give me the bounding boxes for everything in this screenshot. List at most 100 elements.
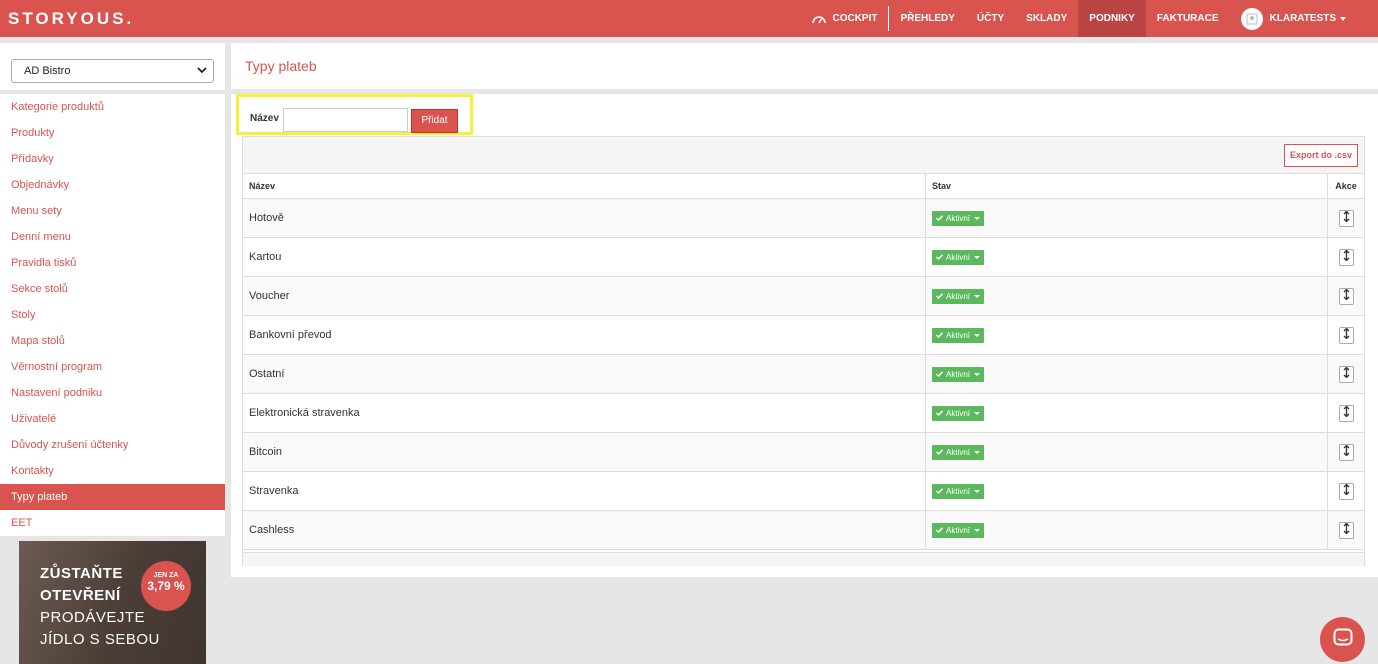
status-label: Aktivní <box>946 330 971 340</box>
table-body: Hotově Aktivní Kartou Aktivní Voucher Aktivní… <box>243 199 1364 550</box>
status-label: Aktivní <box>946 525 971 535</box>
page-header-panel: Typy plateb <box>231 43 1378 89</box>
drag-sort-handle[interactable] <box>1338 326 1354 344</box>
sidebar-item-kategorie-produktu[interactable]: Kategorie produktů <box>0 94 225 120</box>
status-dropdown-button[interactable]: Aktivní <box>932 522 985 538</box>
status-dropdown-button[interactable]: Aktivní <box>932 327 985 343</box>
drag-sort-handle[interactable] <box>1338 365 1354 383</box>
payment-type-name: Stravenka <box>243 472 926 510</box>
sidebar-item-uzivatele[interactable]: Uživatelé <box>0 406 225 432</box>
sidebar-item-objednavky[interactable]: Objednávky <box>0 172 225 198</box>
avatar <box>1240 7 1263 30</box>
page-title: Typy plateb <box>245 58 317 74</box>
chevron-down-icon <box>974 294 981 298</box>
nav-cockpit[interactable]: COCKPIT <box>801 0 888 37</box>
drag-sort-handle[interactable] <box>1338 404 1354 422</box>
table-toolbar: Export do .csv <box>243 137 1364 174</box>
column-header-actions: Akce <box>1335 181 1357 191</box>
drag-sort-handle[interactable] <box>1338 209 1354 227</box>
sidebar-item-nastaveni-podniku[interactable]: Nastavení podniku <box>0 380 225 406</box>
chevron-down-icon <box>974 333 981 337</box>
check-icon <box>935 370 944 379</box>
nav-sklady[interactable]: SKLADY <box>1015 0 1078 37</box>
table-row: Kartou Aktivní <box>243 238 1364 277</box>
status-dropdown-button[interactable]: Aktivní <box>932 444 985 460</box>
sidebar-item-pravidla-tisku[interactable]: Pravidla tisků <box>0 250 225 276</box>
drag-sort-handle[interactable] <box>1338 521 1354 539</box>
status-dropdown-button[interactable]: Aktivní <box>932 249 985 265</box>
name-input[interactable] <box>283 108 408 132</box>
drag-sort-handle[interactable] <box>1338 482 1354 500</box>
top-navbar: STORYOUS. COCKPIT PŘEHLEDY ÚČTY SKLADY P… <box>0 0 1378 37</box>
main-nav: COCKPIT PŘEHLEDY ÚČTY SKLADY PODNIKY FAK… <box>801 0 1378 37</box>
table-row: Bankovní převod Aktivní <box>243 316 1364 355</box>
sidebar-item-menu-sety[interactable]: Menu sety <box>0 198 225 224</box>
sidebar-item-pridavky[interactable]: Přídavky <box>0 146 225 172</box>
nav-ucty-label: ÚČTY <box>976 13 1005 24</box>
user-menu[interactable]: KLARATESTS <box>1230 0 1378 37</box>
venue-select[interactable]: AD Bistro <box>11 59 214 83</box>
storyous-logo[interactable]: STORYOUS. <box>8 9 134 29</box>
drag-sort-icon <box>1343 444 1350 459</box>
drag-sort-handle[interactable] <box>1338 248 1354 266</box>
status-cell: Aktivní <box>926 511 1328 549</box>
payment-types-table: Export do .csv Název Stav Akce Hotově Akt… <box>242 136 1365 566</box>
sidebar-item-mapa-stolu[interactable]: Mapa stolů <box>0 328 225 354</box>
actions-cell <box>1328 472 1364 510</box>
sidebar-item-eet[interactable]: EET <box>0 510 225 536</box>
status-cell: Aktivní <box>926 472 1328 510</box>
payment-type-name: Kartou <box>243 238 926 276</box>
status-dropdown-button[interactable]: Aktivní <box>932 210 985 226</box>
status-dropdown-button[interactable]: Aktivní <box>932 483 985 499</box>
sidebar-item-typy-plateb[interactable]: Typy plateb <box>0 484 225 510</box>
name-label: Název <box>250 113 279 124</box>
check-icon <box>935 448 944 457</box>
nav-podniky[interactable]: PODNIKY <box>1078 0 1146 37</box>
nav-podniky-label: PODNIKY <box>1089 13 1135 24</box>
promo-badge-big: 3,79 % <box>147 579 185 593</box>
sidebar-menu: Kategorie produktů Produkty Přídavky Obj… <box>0 94 225 536</box>
export-csv-button[interactable]: Export do .csv <box>1283 144 1358 167</box>
drag-sort-icon <box>1343 249 1350 264</box>
payment-type-name: Ostatní <box>243 355 926 393</box>
promo-badge-small: JEN ZA <box>153 572 179 579</box>
payment-type-name: Hotově <box>243 199 926 237</box>
column-header-status[interactable]: Stav <box>926 174 1328 198</box>
sidebar-item-vernostni-program[interactable]: Věrnostní program <box>0 354 225 380</box>
drag-sort-handle[interactable] <box>1338 287 1354 305</box>
actions-cell <box>1328 316 1364 354</box>
chevron-down-icon <box>197 65 207 78</box>
sidebar-item-denni-menu[interactable]: Denní menu <box>0 224 225 250</box>
column-header-name[interactable]: Název <box>243 174 926 198</box>
nav-ucty[interactable]: ÚČTY <box>966 0 1015 37</box>
drag-sort-icon <box>1343 483 1350 498</box>
promo-line-4: JÍDLO S SEBOU <box>40 631 160 648</box>
table-row: Ostatní Aktivní <box>243 355 1364 394</box>
table-footer <box>243 552 1364 566</box>
chevron-down-icon <box>974 216 981 220</box>
nav-prehledy[interactable]: PŘEHLEDY <box>889 0 965 37</box>
promo-banner[interactable]: ZŮSTAŇTE OTEVŘENÍ PRODÁVEJTE JÍDLO S SEB… <box>19 541 206 664</box>
status-dropdown-button[interactable]: Aktivní <box>932 288 985 304</box>
drag-sort-handle[interactable] <box>1338 443 1354 461</box>
nav-fakturace[interactable]: FAKTURACE <box>1146 0 1230 37</box>
status-label: Aktivní <box>946 213 971 223</box>
payment-type-name: Bitcoin <box>243 433 926 471</box>
add-button[interactable]: Přidat <box>411 109 458 133</box>
table-row: Bitcoin Aktivní <box>243 433 1364 472</box>
chat-button[interactable] <box>1320 617 1365 662</box>
status-cell: Aktivní <box>926 433 1328 471</box>
sidebar-item-duvody-zruseni-uctenky[interactable]: Důvody zrušení účtenky <box>0 432 225 458</box>
status-cell: Aktivní <box>926 394 1328 432</box>
table-row: Hotově Aktivní <box>243 199 1364 238</box>
actions-cell <box>1328 394 1364 432</box>
check-icon <box>935 253 944 262</box>
sidebar-item-kontakty[interactable]: Kontakty <box>0 458 225 484</box>
status-dropdown-button[interactable]: Aktivní <box>932 405 985 421</box>
sidebar-item-stoly[interactable]: Stoly <box>0 302 225 328</box>
nav-fakturace-label: FAKTURACE <box>1156 13 1219 24</box>
sidebar-item-sekce-stolu[interactable]: Sekce stolů <box>0 276 225 302</box>
status-dropdown-button[interactable]: Aktivní <box>932 366 985 382</box>
status-label: Aktivní <box>946 291 971 301</box>
sidebar-item-produkty[interactable]: Produkty <box>0 120 225 146</box>
